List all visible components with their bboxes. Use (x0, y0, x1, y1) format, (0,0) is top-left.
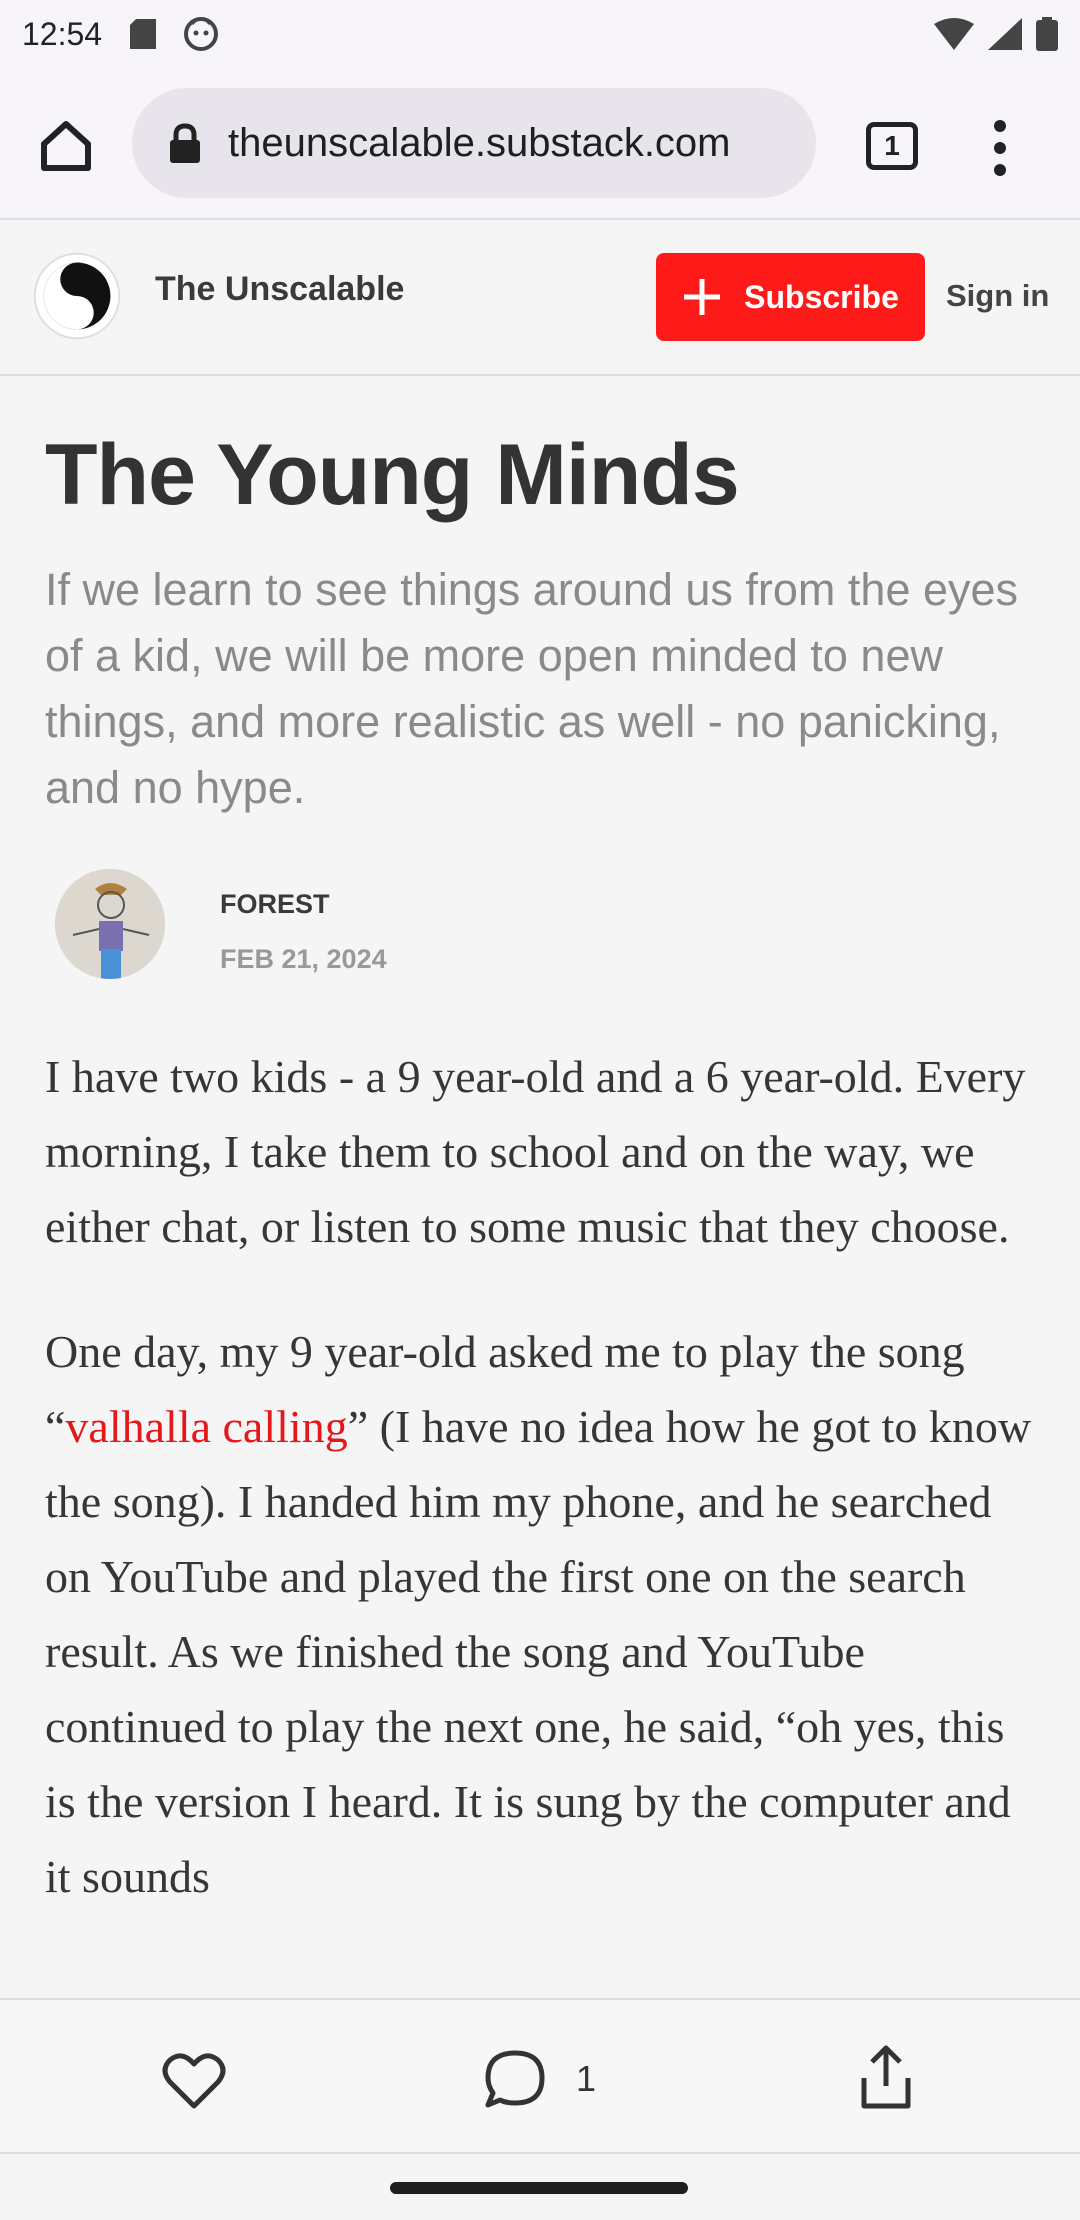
comment-icon (485, 2050, 545, 2108)
site-header: The Unscalable Subscribe Sign in (0, 222, 1080, 376)
article-subtitle: If we learn to see things around us from… (45, 563, 1019, 813)
heart-icon[interactable] (162, 2050, 226, 2110)
tab-switcher-button[interactable]: 1 (866, 122, 918, 170)
sign-in-link[interactable]: Sign in (946, 278, 1049, 314)
article: The Young Minds If we learn to see thing… (0, 376, 1080, 1998)
paragraph-text: ” (I have no idea how he got to know the… (45, 1400, 1032, 1902)
post-date: FEB 21, 2024 (220, 943, 387, 974)
avatar[interactable] (55, 868, 165, 979)
address-bar[interactable]: theunscalable.substack.com (132, 88, 816, 198)
url-text: theunscalable.substack.com (228, 120, 731, 165)
author-name[interactable]: FOREST (220, 889, 330, 920)
paragraph: I have two kids - a 9 year-old and a 6 y… (45, 1050, 1026, 1252)
article-body: I have two kids - a 9 year-old and a 6 y… (45, 1039, 1035, 1914)
signal-icon (988, 18, 1022, 50)
home-icon[interactable] (36, 116, 96, 176)
comment-button[interactable]: 1 (484, 2048, 596, 2110)
wifi-icon (934, 18, 974, 50)
paragraph: One day, my 9 year-old asked me to play … (45, 1314, 1035, 1914)
post-action-bar: 1 (0, 1998, 1080, 2154)
site-title[interactable]: The Unscalable (155, 270, 404, 309)
sd-card-icon (130, 19, 157, 49)
yin-yang-logo[interactable] (33, 252, 121, 340)
subscribe-label: Subscribe (744, 278, 899, 315)
browser-toolbar: theunscalable.substack.com 1 (0, 68, 1080, 220)
status-time: 12:54 (22, 15, 103, 52)
article-title: The Young Minds (45, 427, 740, 523)
plus-icon (684, 279, 721, 315)
lock-icon (170, 123, 200, 163)
avatar-drawing-icon (55, 868, 165, 979)
battery-icon (1036, 17, 1058, 51)
valhalla-calling-link[interactable]: valhalla calling (65, 1401, 347, 1452)
gesture-nav-bar[interactable] (390, 2182, 688, 2194)
comment-count: 1 (576, 2058, 597, 2099)
status-bar: 12:54 (0, 0, 1080, 68)
more-menu-icon[interactable] (985, 120, 1015, 176)
byline: FOREST FEB 21, 2024 (45, 868, 1035, 1039)
face-icon (184, 17, 219, 51)
share-icon[interactable] (860, 2044, 912, 2110)
subscribe-button[interactable]: Subscribe (656, 253, 925, 341)
